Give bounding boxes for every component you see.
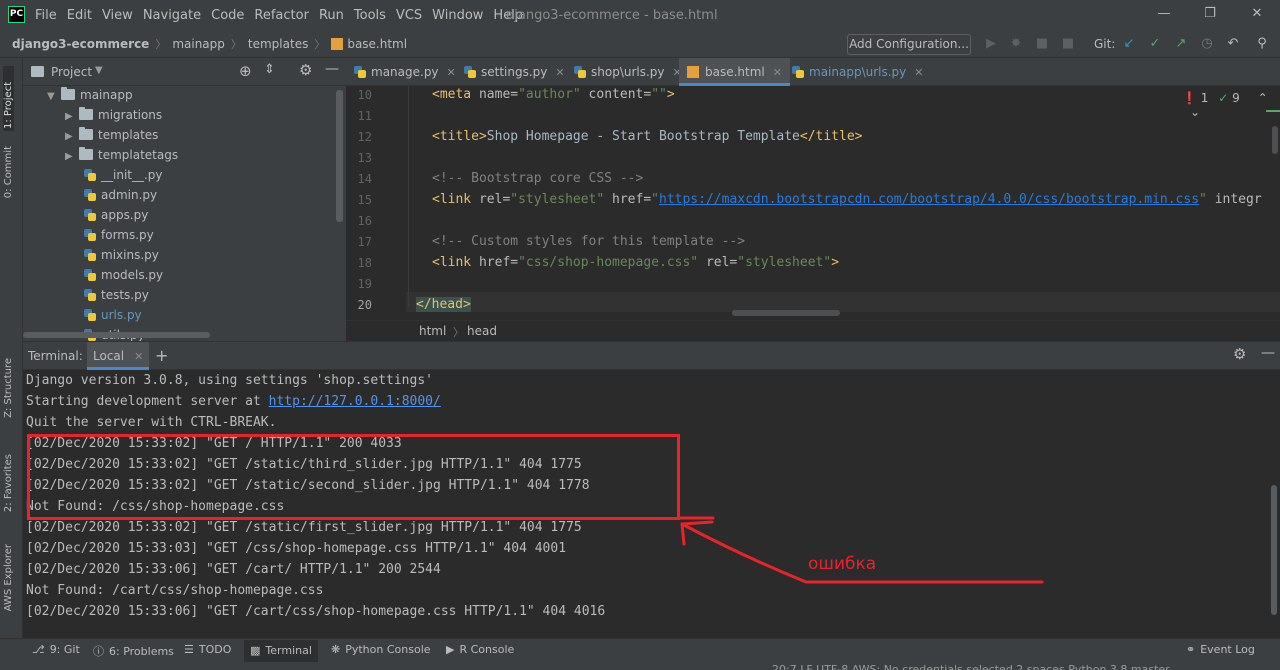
tool-label: 6: Problems <box>109 645 174 658</box>
annotation-arrow-head-2 <box>680 520 714 526</box>
tool-button-python-console[interactable]: ❋ Python Console <box>331 643 431 656</box>
annotation-arrow-shaft <box>680 522 808 584</box>
tool-label: 9: Git <box>49 643 80 656</box>
tool-button-problems[interactable]: ⓘ 6: Problems <box>93 643 174 659</box>
event-log-icon: ⚭ <box>1186 643 1196 656</box>
git-branch-icon: ⎇ <box>32 643 45 656</box>
status-bar: 20:7 LF UTF-8 AWS: No credentials select… <box>0 662 1280 670</box>
annotation-arrow-head-1 <box>680 522 686 546</box>
tool-button-event-log[interactable]: ⚭ Event Log <box>1186 643 1255 656</box>
annotation-label: ошибка <box>808 554 877 574</box>
problems-icon: ⓘ <box>93 645 104 658</box>
tool-label: TODO <box>198 643 232 656</box>
terminal-icon: ▩ <box>250 644 261 657</box>
status-bar-text[interactable]: 20:7 LF UTF-8 AWS: No credentials select… <box>772 662 1170 670</box>
tool-button-todo[interactable]: ☰ TODO <box>184 643 231 656</box>
r-console-icon: ▶ <box>446 643 455 656</box>
tool-button-terminal[interactable]: ▩ Terminal <box>244 640 318 662</box>
todo-icon: ☰ <box>184 643 194 656</box>
tool-label: R Console <box>459 643 515 656</box>
annotation-arrow <box>678 516 1044 584</box>
python-console-icon: ❋ <box>331 643 341 656</box>
tool-label: Event Log <box>1200 643 1255 656</box>
tool-button-git[interactable]: ⎇ 9: Git <box>32 643 80 656</box>
tool-button-r-console[interactable]: ▶ R Console <box>446 643 514 656</box>
bottom-tool-bar: ⎇ 9: Git ⓘ 6: Problems ☰ TODO ▩ Terminal ❋ Py… <box>0 638 1280 662</box>
tool-label: Terminal <box>265 644 312 657</box>
tool-label: Python Console <box>345 643 431 656</box>
